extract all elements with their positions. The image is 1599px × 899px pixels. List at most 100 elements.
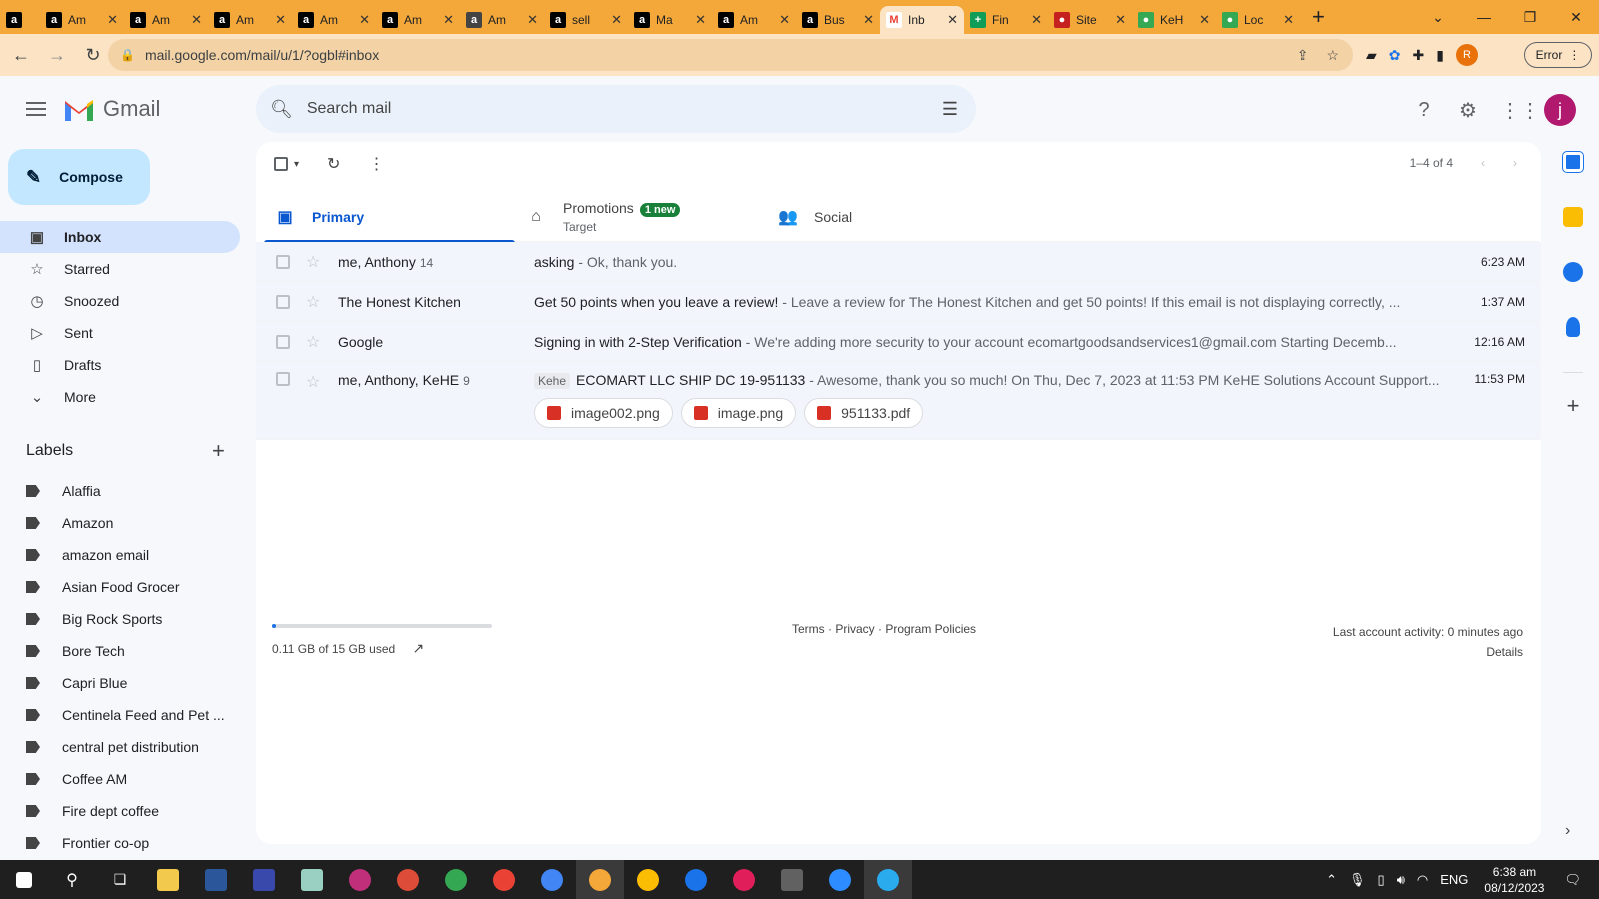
details-link[interactable]: Details: [1333, 642, 1523, 662]
star-icon[interactable]: ☆: [306, 332, 324, 352]
close-tab-icon[interactable]: ✕: [611, 12, 622, 28]
search-options-icon[interactable]: ☰: [942, 99, 958, 120]
gmail-logo[interactable]: Gmail: [63, 96, 160, 122]
browser-tab[interactable]: ● Site ✕: [1048, 6, 1132, 34]
row-checkbox[interactable]: [276, 254, 290, 269]
browser-tab[interactable]: a Ma ✕: [628, 6, 712, 34]
language-indicator[interactable]: ENG: [1440, 872, 1468, 887]
browser-tab[interactable]: a Bus ✕: [796, 6, 880, 34]
attachment-chip[interactable]: image.png: [680, 398, 797, 428]
label-item[interactable]: central pet distribution: [0, 731, 240, 763]
sidebar-item-starred[interactable]: ☆ Starred: [0, 253, 240, 285]
profile-avatar[interactable]: R: [1455, 44, 1478, 66]
email-row[interactable]: ☆ me, Anthony, KeHE 9 Kehe ECOMART LLC SHIP …: [256, 362, 1541, 440]
close-tab-icon[interactable]: ✕: [1031, 12, 1042, 28]
close-tab-icon[interactable]: ✕: [527, 12, 538, 28]
notifications-icon[interactable]: 🗨︎: [1564, 872, 1581, 888]
tab-promotions[interactable]: ⌂ Promotions 1 new Target: [515, 192, 766, 242]
show-side-panel-icon[interactable]: ›: [1565, 822, 1570, 840]
footer-links[interactable]: Terms · Privacy · Program Policies: [792, 622, 976, 636]
minimize-button[interactable]: —: [1461, 9, 1507, 25]
close-window-button[interactable]: ✕: [1553, 9, 1599, 26]
settings-gear-icon[interactable]: ⚙: [1456, 98, 1480, 123]
browser-tab[interactable]: a Am ✕: [712, 6, 796, 34]
forward-icon[interactable]: →: [42, 45, 72, 66]
system-clock[interactable]: 6:38 am 08/12/2023: [1484, 864, 1544, 896]
tab-search-icon[interactable]: ⌄: [1415, 9, 1461, 26]
label-item[interactable]: Coffee AM: [0, 763, 240, 795]
email-row[interactable]: ☆ The Honest Kitchen Get 50 points when yo…: [256, 282, 1541, 322]
email-row[interactable]: ☆ Google Signing in with 2-Step Verificati…: [256, 322, 1541, 362]
label-item[interactable]: Bore Tech: [0, 635, 240, 667]
browser-tab[interactable]: a Am ✕: [40, 6, 124, 34]
next-page-icon[interactable]: ›: [1513, 156, 1517, 170]
browser-tab[interactable]: a Am ✕: [292, 6, 376, 34]
browser-tab[interactable]: a sell ✕: [544, 6, 628, 34]
star-icon[interactable]: ☆: [306, 292, 324, 312]
sidebar-item-drafts[interactable]: ▯ Drafts: [0, 349, 240, 381]
browser-tab[interactable]: a: [0, 6, 40, 34]
close-tab-icon[interactable]: ✕: [1199, 12, 1210, 28]
chrome-icon[interactable]: [624, 860, 672, 899]
open-external-icon[interactable]: ↗: [413, 640, 425, 656]
browser-tab[interactable]: a Am ✕: [460, 6, 544, 34]
contacts-icon[interactable]: [1566, 317, 1580, 337]
label-item[interactable]: Centinela Feed and Pet ...: [0, 699, 240, 731]
attachment-chip[interactable]: 951133.pdf: [804, 398, 924, 428]
close-tab-icon[interactable]: ✕: [359, 12, 370, 28]
browser-tab[interactable]: a Am ✕: [124, 6, 208, 34]
browser-tab[interactable]: a Am ✕: [208, 6, 292, 34]
windows-start-icon[interactable]: [0, 860, 48, 899]
label-chip[interactable]: Kehe: [534, 373, 571, 389]
more-options-icon[interactable]: ⋮: [368, 154, 384, 174]
refresh-icon[interactable]: ↻: [327, 154, 340, 174]
taskbar-search-icon[interactable]: ⚲: [48, 860, 96, 899]
label-item[interactable]: Amazon: [0, 507, 240, 539]
task-view-icon[interactable]: ❏: [96, 860, 144, 899]
new-tab-icon[interactable]: +: [1312, 4, 1325, 30]
lock-icon[interactable]: 🔒: [120, 48, 135, 62]
close-tab-icon[interactable]: ✕: [1115, 12, 1126, 28]
tab-social[interactable]: 👥 Social: [766, 192, 1017, 242]
label-item[interactable]: Alaffia: [0, 475, 240, 507]
notes-icon[interactable]: [288, 860, 336, 899]
address-bar[interactable]: 🔒 mail.google.com/mail/u/1/?ogbl#inbox ⇪…: [108, 39, 1353, 71]
extension-globe-icon[interactable]: ✿: [1389, 47, 1401, 64]
close-tab-icon[interactable]: ✕: [275, 12, 286, 28]
browser-tab[interactable]: ● KeH ✕: [1132, 6, 1216, 34]
chrome-icon[interactable]: [384, 860, 432, 899]
close-tab-icon[interactable]: ✕: [779, 12, 790, 28]
sidebar-item-sent[interactable]: ▷ Sent: [0, 317, 240, 349]
battery-icon[interactable]: ▯: [1378, 872, 1385, 888]
attachment-chip[interactable]: image002.png: [534, 398, 673, 428]
chrome-icon[interactable]: [432, 860, 480, 899]
microphone-icon[interactable]: 🎙︎: [1349, 872, 1366, 888]
search-input[interactable]: [306, 100, 907, 118]
keep-icon[interactable]: [1563, 207, 1583, 227]
close-tab-icon[interactable]: ✕: [863, 12, 874, 28]
chrome-icon[interactable]: [672, 860, 720, 899]
share-icon[interactable]: ⇪: [1297, 47, 1309, 64]
row-checkbox[interactable]: [276, 372, 290, 386]
chrome-icon[interactable]: [528, 860, 576, 899]
label-item[interactable]: Capri Blue: [0, 667, 240, 699]
close-tab-icon[interactable]: ✕: [947, 12, 958, 28]
extension-icon[interactable]: ▰: [1366, 47, 1377, 64]
row-checkbox[interactable]: [276, 294, 290, 309]
star-icon[interactable]: ☆: [306, 372, 324, 392]
apps-grid-icon[interactable]: ⋮⋮: [1500, 98, 1540, 123]
telegram-icon[interactable]: [864, 860, 912, 899]
chrome-icon[interactable]: [576, 860, 624, 899]
sidebar-item-more[interactable]: ⌄ More: [0, 381, 240, 413]
close-tab-icon[interactable]: ✕: [1283, 12, 1294, 28]
chrome-icon[interactable]: [480, 860, 528, 899]
tab-primary[interactable]: ▣ Primary: [264, 192, 515, 243]
bookmark-star-icon[interactable]: ☆: [1326, 47, 1339, 64]
browser-tab[interactable]: + Fin ✕: [964, 6, 1048, 34]
close-tab-icon[interactable]: ✕: [191, 12, 202, 28]
help-icon[interactable]: ?: [1412, 99, 1436, 122]
file-explorer-icon[interactable]: [144, 860, 192, 899]
label-item[interactable]: amazon email: [0, 539, 240, 571]
label-item[interactable]: Frontier co-op: [0, 827, 240, 859]
row-checkbox[interactable]: [276, 334, 290, 349]
